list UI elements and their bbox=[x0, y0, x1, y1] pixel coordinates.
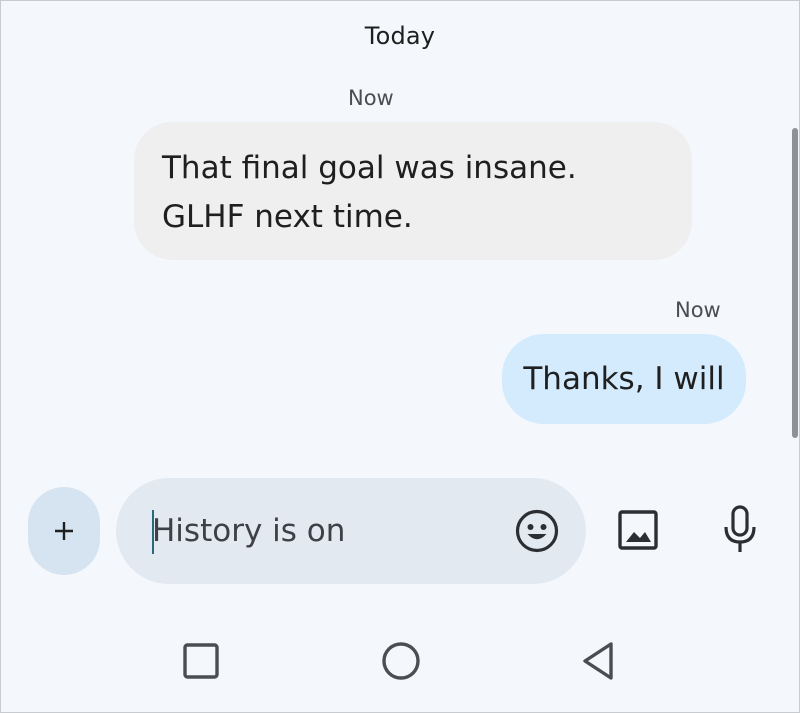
emoji-button[interactable] bbox=[514, 508, 560, 554]
back-button[interactable] bbox=[580, 640, 616, 682]
incoming-timestamp: Now bbox=[348, 86, 394, 110]
scrollbar[interactable] bbox=[792, 128, 798, 438]
message-line: GLHF next time. bbox=[162, 199, 413, 235]
voice-input-button[interactable] bbox=[720, 504, 760, 556]
home-button[interactable] bbox=[380, 640, 422, 682]
compose-bar bbox=[116, 478, 586, 584]
circle-home-icon bbox=[382, 642, 420, 680]
add-attachment-button[interactable] bbox=[28, 487, 100, 575]
microphone-icon bbox=[724, 505, 756, 552]
date-header: Today bbox=[364, 22, 436, 50]
message-line: Thanks, I will bbox=[523, 361, 725, 397]
incoming-message-bubble[interactable]: That final goal was insane. GLHF next ti… bbox=[134, 122, 692, 260]
plus-icon bbox=[55, 522, 73, 540]
triangle-back-icon bbox=[583, 642, 613, 680]
text-caret bbox=[152, 510, 154, 554]
message-input[interactable] bbox=[152, 478, 492, 584]
outgoing-timestamp: Now bbox=[675, 298, 721, 322]
gallery-button[interactable] bbox=[616, 508, 660, 552]
message-line: That final goal was insane. bbox=[162, 150, 577, 186]
image-icon bbox=[618, 510, 658, 550]
emoji-icon bbox=[515, 509, 559, 553]
recents-button[interactable] bbox=[182, 642, 220, 680]
square-recents-icon bbox=[183, 643, 219, 679]
outgoing-message-bubble[interactable]: Thanks, I will bbox=[502, 334, 746, 424]
